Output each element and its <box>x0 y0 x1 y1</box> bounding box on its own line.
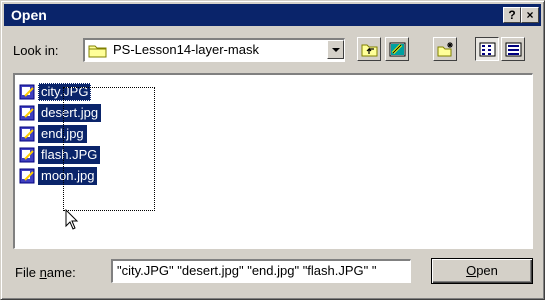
up-folder-icon <box>361 44 378 57</box>
details-view-button[interactable] <box>501 37 525 61</box>
image-file-icon <box>19 168 35 184</box>
close-button[interactable]: × <box>521 7 539 23</box>
up-one-level-button[interactable] <box>357 37 381 61</box>
window-title: Open <box>11 7 47 23</box>
look-in-label: Look in: <box>13 43 59 58</box>
open-button[interactable]: Open <box>431 258 533 284</box>
open-dialog: Open ? × Look in: PS-Lesson14-layer-mask <box>0 0 545 300</box>
image-file-icon <box>19 147 35 163</box>
file-list[interactable]: city.JPG desert.jpg end.jpg flash.JPG mo… <box>13 73 533 249</box>
desktop-button[interactable] <box>385 37 409 61</box>
file-name-label: File name: <box>15 265 76 280</box>
mouse-pointer-icon <box>65 209 79 230</box>
image-file-icon <box>19 105 35 121</box>
file-name: flash.JPG <box>38 146 101 164</box>
file-name: desert.jpg <box>38 104 102 122</box>
list-view-button[interactable] <box>475 37 499 61</box>
file-name-field[interactable]: "city.JPG" "desert.jpg" "end.jpg" "flash… <box>111 259 411 283</box>
title-bar[interactable]: Open ? × <box>4 4 541 26</box>
folder-icon <box>88 45 107 58</box>
help-button[interactable]: ? <box>503 7 521 23</box>
new-folder-button[interactable] <box>433 37 457 61</box>
chevron-down-icon[interactable] <box>327 40 344 59</box>
new-folder-icon <box>437 42 453 57</box>
image-file-icon <box>19 84 35 100</box>
image-file-icon <box>19 126 35 142</box>
file-name: moon.jpg <box>38 167 98 185</box>
list-view-icon <box>479 42 496 57</box>
file-name: end.jpg <box>38 125 87 143</box>
current-folder: PS-Lesson14-layer-mask <box>113 42 259 57</box>
details-view-icon <box>505 42 522 57</box>
file-name: city.JPG <box>38 83 92 101</box>
desktop-icon <box>389 42 406 57</box>
look-in-dropdown[interactable]: PS-Lesson14-layer-mask <box>83 38 345 62</box>
